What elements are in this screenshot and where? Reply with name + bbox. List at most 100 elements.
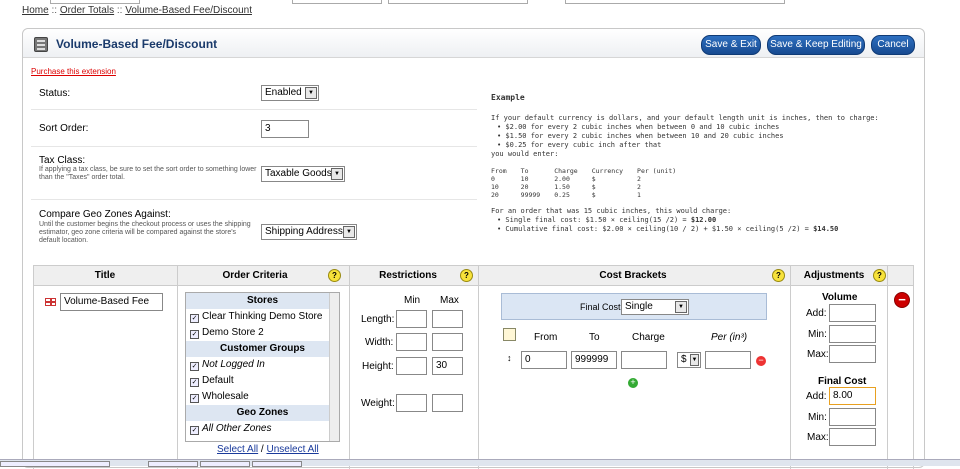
- table-cell: 20: [491, 191, 499, 199]
- table-cell: $: [591, 191, 596, 199]
- final-max-input[interactable]: [829, 428, 876, 446]
- final-cost-select[interactable]: Single ▼: [621, 299, 689, 315]
- tax-class-select[interactable]: Taxable Goods ▼: [261, 166, 345, 182]
- breadcrumb-current[interactable]: Volume-Based Fee/Discount: [125, 5, 252, 16]
- taskbar-item[interactable]: [0, 461, 110, 467]
- list-item[interactable]: ✓ Default: [186, 373, 339, 389]
- page-title: Volume-Based Fee/Discount: [56, 37, 218, 51]
- select-all-link[interactable]: Select All: [217, 444, 258, 455]
- flag-icon: [45, 298, 56, 306]
- criteria-list[interactable]: Stores ✓ Clear Thinking Demo Store ✓ Demo …: [185, 292, 340, 442]
- height-max-input[interactable]: 30: [432, 357, 463, 375]
- col-adjustments: Adjustments: [803, 270, 865, 281]
- checkbox[interactable]: ✓: [190, 426, 199, 435]
- from-header: From: [534, 332, 558, 343]
- breadcrumb-sep: ::: [116, 5, 123, 16]
- per-header: Per (in³): [711, 332, 748, 343]
- list-item[interactable]: ✓ Not Logged In: [186, 357, 339, 373]
- help-icon[interactable]: ?: [460, 269, 473, 282]
- breadcrumb: Home :: Order Totals :: Volume-Based Fee…: [22, 5, 252, 16]
- geo-zones-value: Shipping Address: [265, 226, 343, 237]
- save-keep-editing-button[interactable]: Save & Keep Editing: [767, 35, 865, 55]
- breadcrumb-order-totals[interactable]: Order Totals: [60, 5, 114, 16]
- edit-icon[interactable]: [503, 328, 516, 341]
- purchase-extension-link[interactable]: Purchase this extension: [31, 67, 116, 76]
- taskbar-item[interactable]: [200, 461, 250, 467]
- volume-add-input[interactable]: [829, 304, 876, 322]
- title-input[interactable]: Volume-Based Fee: [60, 293, 163, 311]
- save-exit-button[interactable]: Save & Exit: [701, 35, 761, 55]
- help-icon[interactable]: ?: [772, 269, 785, 282]
- length-label: Length:: [361, 314, 395, 325]
- width-min-input[interactable]: [396, 333, 427, 351]
- add-bracket-icon[interactable]: +: [628, 378, 638, 388]
- tax-class-row: Tax Class: If applying a tax class, be s…: [31, 147, 477, 200]
- example-bullet: • $0.25 for every cubic inch after that: [497, 141, 662, 149]
- volume-max-input[interactable]: [829, 345, 876, 363]
- single-total: $12.00: [690, 216, 717, 224]
- tab-fragment: [50, 0, 140, 4]
- taskbar-item[interactable]: [252, 461, 302, 467]
- example-table: From To Charge Currency Per (unit) 0 10 2.00 $2…: [491, 167, 690, 199]
- currency-select[interactable]: $ ▼: [677, 352, 701, 368]
- final-min-input[interactable]: [829, 408, 876, 426]
- cancel-button[interactable]: Cancel: [871, 35, 915, 55]
- column-divider: [177, 265, 178, 469]
- to-header: To: [589, 332, 600, 343]
- status-row: Status: Enabled ▼: [31, 79, 477, 110]
- checkbox[interactable]: ✓: [190, 378, 199, 387]
- list-item[interactable]: ✓ Wholesale: [186, 389, 339, 405]
- group-header: Customer Groups: [186, 341, 339, 357]
- sort-order-input[interactable]: 3: [261, 120, 309, 138]
- taskbar-item[interactable]: [148, 461, 198, 467]
- height-min-input[interactable]: [396, 357, 427, 375]
- bracket-per-input[interactable]: [705, 351, 751, 369]
- table-row: 0 10 2.00 $2: [491, 175, 690, 183]
- geo-zones-select[interactable]: Shipping Address ▼: [261, 224, 357, 240]
- scrollbar[interactable]: [329, 293, 339, 441]
- remove-row-icon[interactable]: −: [894, 292, 910, 308]
- checkbox[interactable]: ✓: [190, 314, 199, 323]
- example-heading: Example: [491, 93, 525, 102]
- bracket-charge-input[interactable]: [621, 351, 667, 369]
- example-table-head: From To Charge Currency Per (unit): [491, 167, 690, 175]
- list-item[interactable]: ✓ Clear Thinking Demo Store: [186, 309, 339, 325]
- unselect-all-link[interactable]: Unselect All: [266, 444, 318, 455]
- checkbox[interactable]: ✓: [190, 394, 199, 403]
- bracket-from-input[interactable]: 0: [521, 351, 567, 369]
- remove-bracket-icon[interactable]: −: [756, 356, 766, 366]
- tax-class-value: Taxable Goods: [265, 168, 332, 179]
- final-add-input[interactable]: 8.00: [829, 387, 876, 405]
- list-item[interactable]: ✓ All Other Zones: [186, 421, 339, 437]
- table-row: 20 99999 0.25 $1: [491, 191, 690, 199]
- grid-header: Title Order Criteria ? Restrictions ? Co…: [33, 265, 913, 286]
- cumulative-text: • Cumulative final cost: $2.00 × ceiling…: [497, 225, 814, 233]
- list-item[interactable]: ✓ Demo Store 2: [186, 325, 339, 341]
- weight-max-input[interactable]: [432, 394, 463, 412]
- width-max-input[interactable]: [432, 333, 463, 351]
- bracket-to-input[interactable]: 999999: [571, 351, 617, 369]
- select-separator: /: [260, 444, 264, 455]
- length-max-input[interactable]: [432, 310, 463, 328]
- help-icon[interactable]: ?: [328, 269, 341, 282]
- weight-min-input[interactable]: [396, 394, 427, 412]
- breadcrumb-home[interactable]: Home: [22, 5, 49, 16]
- weight-label: Weight:: [361, 398, 395, 409]
- tax-class-help: If applying a tax class, be sure to set …: [39, 166, 257, 181]
- checkbox[interactable]: ✓: [190, 362, 199, 371]
- geo-zones-row: Compare Geo Zones Against: Until the cus…: [31, 200, 477, 260]
- length-min-input[interactable]: [396, 310, 427, 328]
- charge-header: Charge: [632, 332, 665, 343]
- calculator-icon: [34, 37, 48, 52]
- table-cell: 20: [520, 183, 529, 191]
- drag-handle-icon[interactable]: ↕: [507, 353, 512, 363]
- panel-header: Volume-Based Fee/Discount Save & Exit Sa…: [23, 29, 924, 58]
- status-select[interactable]: Enabled ▼: [261, 85, 319, 101]
- tab-fragment: [292, 0, 382, 4]
- table-cell: 99999: [520, 191, 541, 199]
- table-cell: 1.50: [554, 183, 570, 191]
- help-icon[interactable]: ?: [873, 269, 886, 282]
- example-intro: If your default currency is dollars, and…: [491, 114, 879, 122]
- checkbox[interactable]: ✓: [190, 330, 199, 339]
- volume-min-input[interactable]: [829, 325, 876, 343]
